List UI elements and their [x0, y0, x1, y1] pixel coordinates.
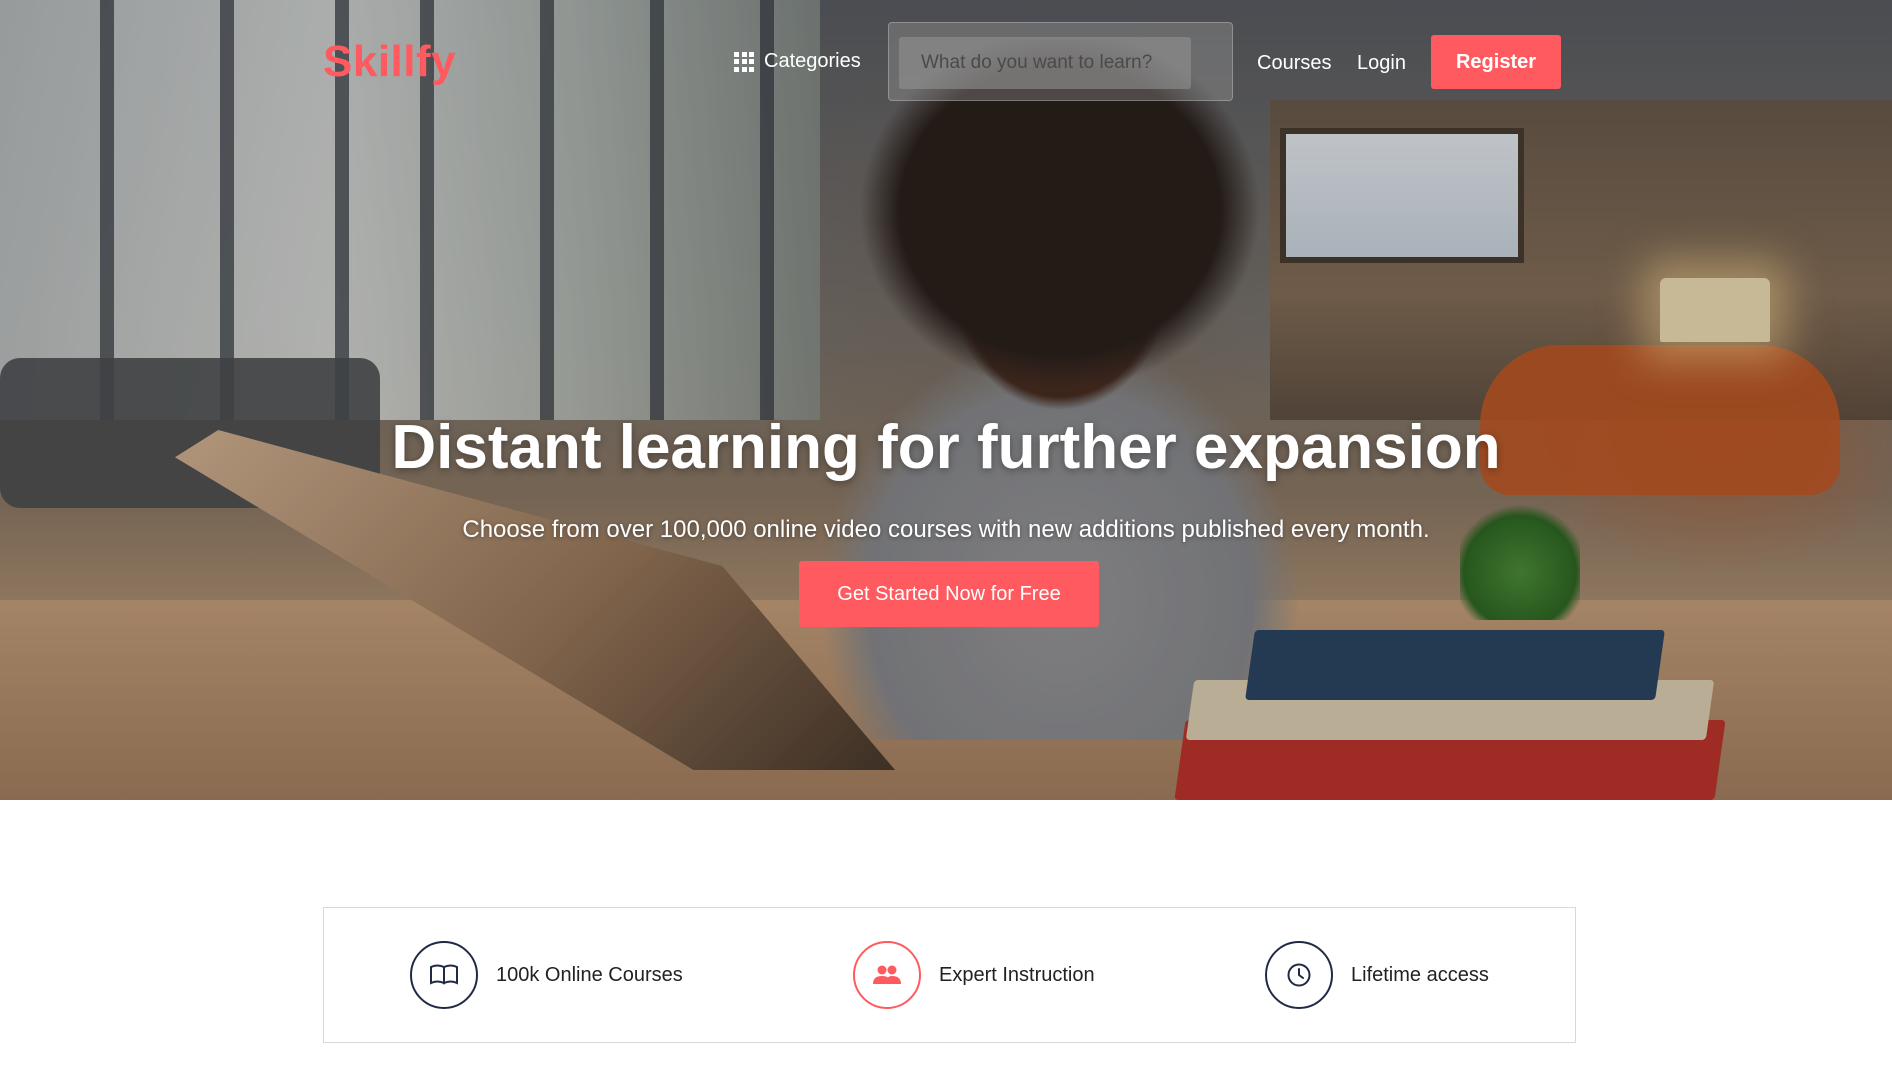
feature-label: Expert Instruction — [939, 963, 1095, 986]
hero-subtitle: Choose from over 100,000 online video co… — [462, 516, 1430, 543]
nav-login-link[interactable]: Login — [1357, 52, 1406, 75]
feature-label: Lifetime access — [1351, 963, 1489, 986]
categories-menu[interactable]: Categories — [734, 50, 861, 73]
categories-label: Categories — [764, 50, 861, 72]
search-input[interactable] — [899, 37, 1191, 89]
search-box — [888, 22, 1233, 101]
get-started-button[interactable]: Get Started Now for Free — [799, 561, 1099, 627]
feature-label: 100k Online Courses — [496, 963, 683, 986]
feature-online-courses: 100k Online Courses — [410, 941, 683, 1009]
brand-logo[interactable]: Skillfy — [323, 37, 456, 87]
feature-lifetime-access: Lifetime access — [1265, 941, 1489, 1009]
register-button[interactable]: Register — [1431, 35, 1561, 89]
nav-courses-link[interactable]: Courses — [1257, 52, 1331, 75]
top-navbar: Skillfy Categories Courses Login Registe… — [0, 0, 1892, 125]
book-icon — [410, 941, 478, 1009]
feature-expert-instruction: Expert Instruction — [853, 941, 1095, 1009]
users-icon — [853, 941, 921, 1009]
features-strip: 100k Online Courses Expert Instruction L… — [323, 907, 1576, 1043]
clock-icon — [1265, 941, 1333, 1009]
hero-title: Distant learning for further expansion — [391, 413, 1501, 482]
grid-icon — [734, 51, 754, 72]
